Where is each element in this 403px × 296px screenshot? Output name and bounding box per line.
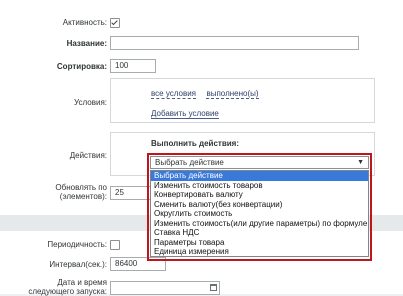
action-option[interactable]: Округлить стоимость	[151, 209, 368, 219]
active-checkbox[interactable]	[110, 18, 120, 28]
action-option[interactable]: Изменить стоимость товаров	[151, 181, 368, 191]
all-conditions-link[interactable]: все условия	[151, 89, 196, 99]
name-input[interactable]	[110, 36, 359, 50]
periodicity-checkbox[interactable]	[110, 240, 120, 250]
action-select[interactable]: Выбрать действие ▼	[150, 156, 369, 169]
action-option[interactable]: Ставка НДС	[151, 228, 368, 238]
settings-form: Активность: Название: Сортировка: 100 Ус…	[0, 0, 403, 296]
action-option[interactable]: Изменить стоимость(или другие параметры)…	[151, 219, 368, 229]
action-option[interactable]: Единица измерения	[151, 247, 368, 257]
active-label: Активность:	[62, 18, 107, 27]
chevron-down-icon: ▼	[357, 159, 364, 166]
action-dropdown-list: Выбрать действие Изменить стоимость това…	[150, 170, 369, 257]
update-label: Обновлять по (элементов):	[55, 183, 107, 201]
calendar-icon[interactable]	[210, 284, 217, 291]
action-option[interactable]: Сменить валюту(без конвертации)	[151, 200, 368, 210]
actions-label: Действия:	[69, 151, 107, 160]
interval-label: Интервал(сек.):	[49, 260, 107, 269]
next-run-input[interactable]	[110, 281, 220, 295]
fulfilled-link[interactable]: выполнено(ы)	[206, 89, 259, 99]
sort-input[interactable]: 100	[110, 59, 156, 73]
conditions-box: все условия выполнено(ы) Добавить услови…	[110, 78, 375, 123]
periodicity-label: Периодичность:	[47, 240, 107, 249]
action-option[interactable]: Параметры товара	[151, 238, 368, 248]
conditions-label: Условия:	[73, 98, 107, 107]
action-option[interactable]: Выбрать действие	[151, 171, 368, 181]
action-option[interactable]: Конвертировать валюту	[151, 190, 368, 200]
name-label: Название:	[66, 39, 107, 48]
add-condition-link[interactable]: Добавить условие	[151, 109, 219, 119]
execute-actions-title: Выполнить действия:	[151, 139, 239, 148]
action-select-value: Выбрать действие	[155, 158, 224, 167]
sort-label: Сортировка:	[56, 62, 107, 71]
next-run-label: Дата и время следующего запуска:	[28, 278, 107, 296]
